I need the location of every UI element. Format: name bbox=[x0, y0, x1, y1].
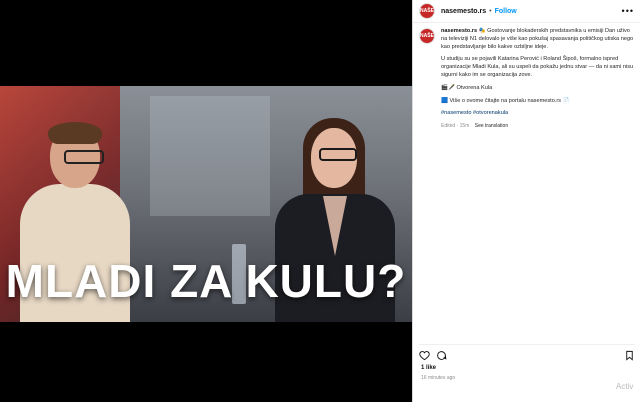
caption-body: nasemesto.rs 🎭 Gostovanje blokaderskih p… bbox=[441, 28, 635, 136]
caption: NAŠE nasemesto.rs 🎭 Gostovanje blokaders… bbox=[419, 28, 635, 136]
post-image[interactable]: MLADI ZA KULU? bbox=[0, 86, 412, 322]
see-translation-link[interactable]: See translation bbox=[475, 123, 508, 129]
post-side-panel: NAŠE nasemesto.rs • Follow ••• NAŠE nase… bbox=[412, 0, 640, 402]
more-dots-icon[interactable]: ••• bbox=[622, 6, 634, 16]
likes-count[interactable]: 1 like bbox=[421, 365, 436, 371]
post-time: 16 minutes ago bbox=[421, 375, 456, 381]
caption-username[interactable]: nasemesto.rs bbox=[441, 28, 477, 34]
caption-paragraph-3: 🎬🖋️ Otvorena Kula bbox=[441, 84, 493, 91]
caption-paragraph-4: 🟦 Više o ovome čitajte na portalu naseme… bbox=[441, 97, 570, 104]
header-username[interactable]: nasemesto.rs bbox=[441, 8, 486, 15]
avatar[interactable]: NAŠE bbox=[419, 3, 435, 19]
heart-icon[interactable] bbox=[419, 350, 430, 361]
caption-paragraph-2: U studiju su se pojavili Katarina Perovi… bbox=[441, 56, 634, 78]
image-banner-text: MLADI ZA KULU? bbox=[5, 255, 407, 307]
avatar-logo-text: NAŠE bbox=[420, 8, 434, 14]
post-header: NAŠE nasemesto.rs • Follow ••• bbox=[413, 0, 640, 23]
follow-button[interactable]: Follow bbox=[495, 8, 517, 15]
studio-panel bbox=[150, 96, 270, 216]
os-watermark: Activ bbox=[616, 382, 634, 391]
edited-label: Edited · 15m bbox=[441, 123, 470, 130]
caption-avatar[interactable]: NAŠE bbox=[419, 28, 435, 44]
bookmark-icon[interactable] bbox=[624, 350, 635, 361]
avatar-logo-text: NAŠE bbox=[420, 33, 434, 39]
caption-meta: Edited · 15m See translation bbox=[441, 123, 635, 131]
header-separator: • bbox=[489, 7, 492, 15]
comment-icon[interactable] bbox=[436, 350, 447, 361]
caption-paragraph-1: nasemesto.rs 🎭 Gostovanje blokaderskih p… bbox=[441, 28, 635, 51]
hashtags[interactable]: #nasemesto #otvorenakula bbox=[441, 110, 635, 118]
media-stage: MLADI ZA KULU? bbox=[0, 0, 412, 402]
action-bar bbox=[419, 344, 635, 362]
